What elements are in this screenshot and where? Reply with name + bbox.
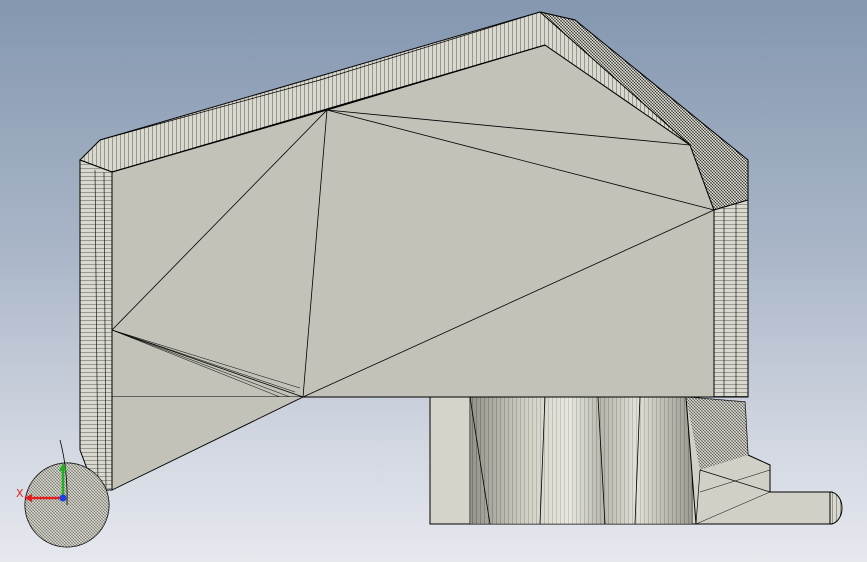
z-axis-dot [59, 494, 67, 502]
cad-3d-viewport[interactable]: X [0, 0, 867, 562]
axis-triad: X [16, 463, 67, 502]
x-axis-label: X [16, 487, 24, 500]
